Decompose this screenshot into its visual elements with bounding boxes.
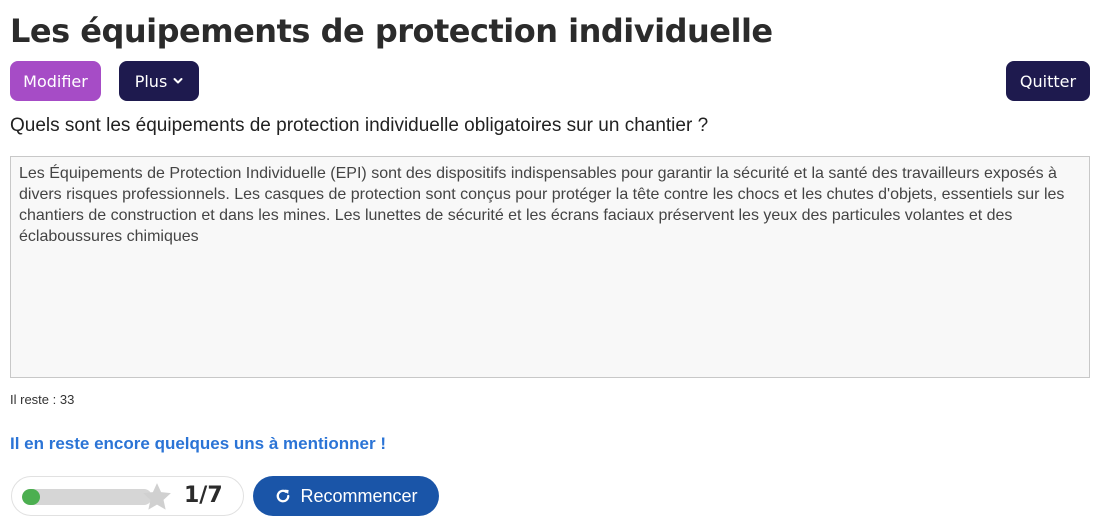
progress-bar [22,489,152,505]
restart-button[interactable]: Recommencer [253,476,439,516]
chevron-down-icon [173,78,183,84]
modifier-button-label: Modifier [23,71,88,91]
modifier-button[interactable]: Modifier [10,61,101,101]
progress-count: 1/7 [184,483,223,508]
plus-button-label: Plus [134,71,168,91]
question-text: Quels sont les équipements de protection… [10,115,709,136]
progress-card: 1/7 [11,476,244,516]
answer-textarea[interactable] [10,156,1090,378]
plus-dropdown-button[interactable]: Plus [119,61,199,101]
star-icon [143,483,171,510]
page: Les équipements de protection individuel… [0,0,1101,520]
progress-bar-fill [22,489,41,505]
page-title: Les équipements de protection individuel… [10,12,773,50]
quitter-button-label: Quitter [1019,71,1077,91]
restart-button-label: Recommencer [300,485,418,506]
feedback-hint: Il en reste encore quelques uns à mentio… [10,434,386,453]
remaining-counter: Il reste : 33 [10,392,75,407]
quitter-button[interactable]: Quitter [1006,61,1090,101]
refresh-icon [277,489,290,503]
